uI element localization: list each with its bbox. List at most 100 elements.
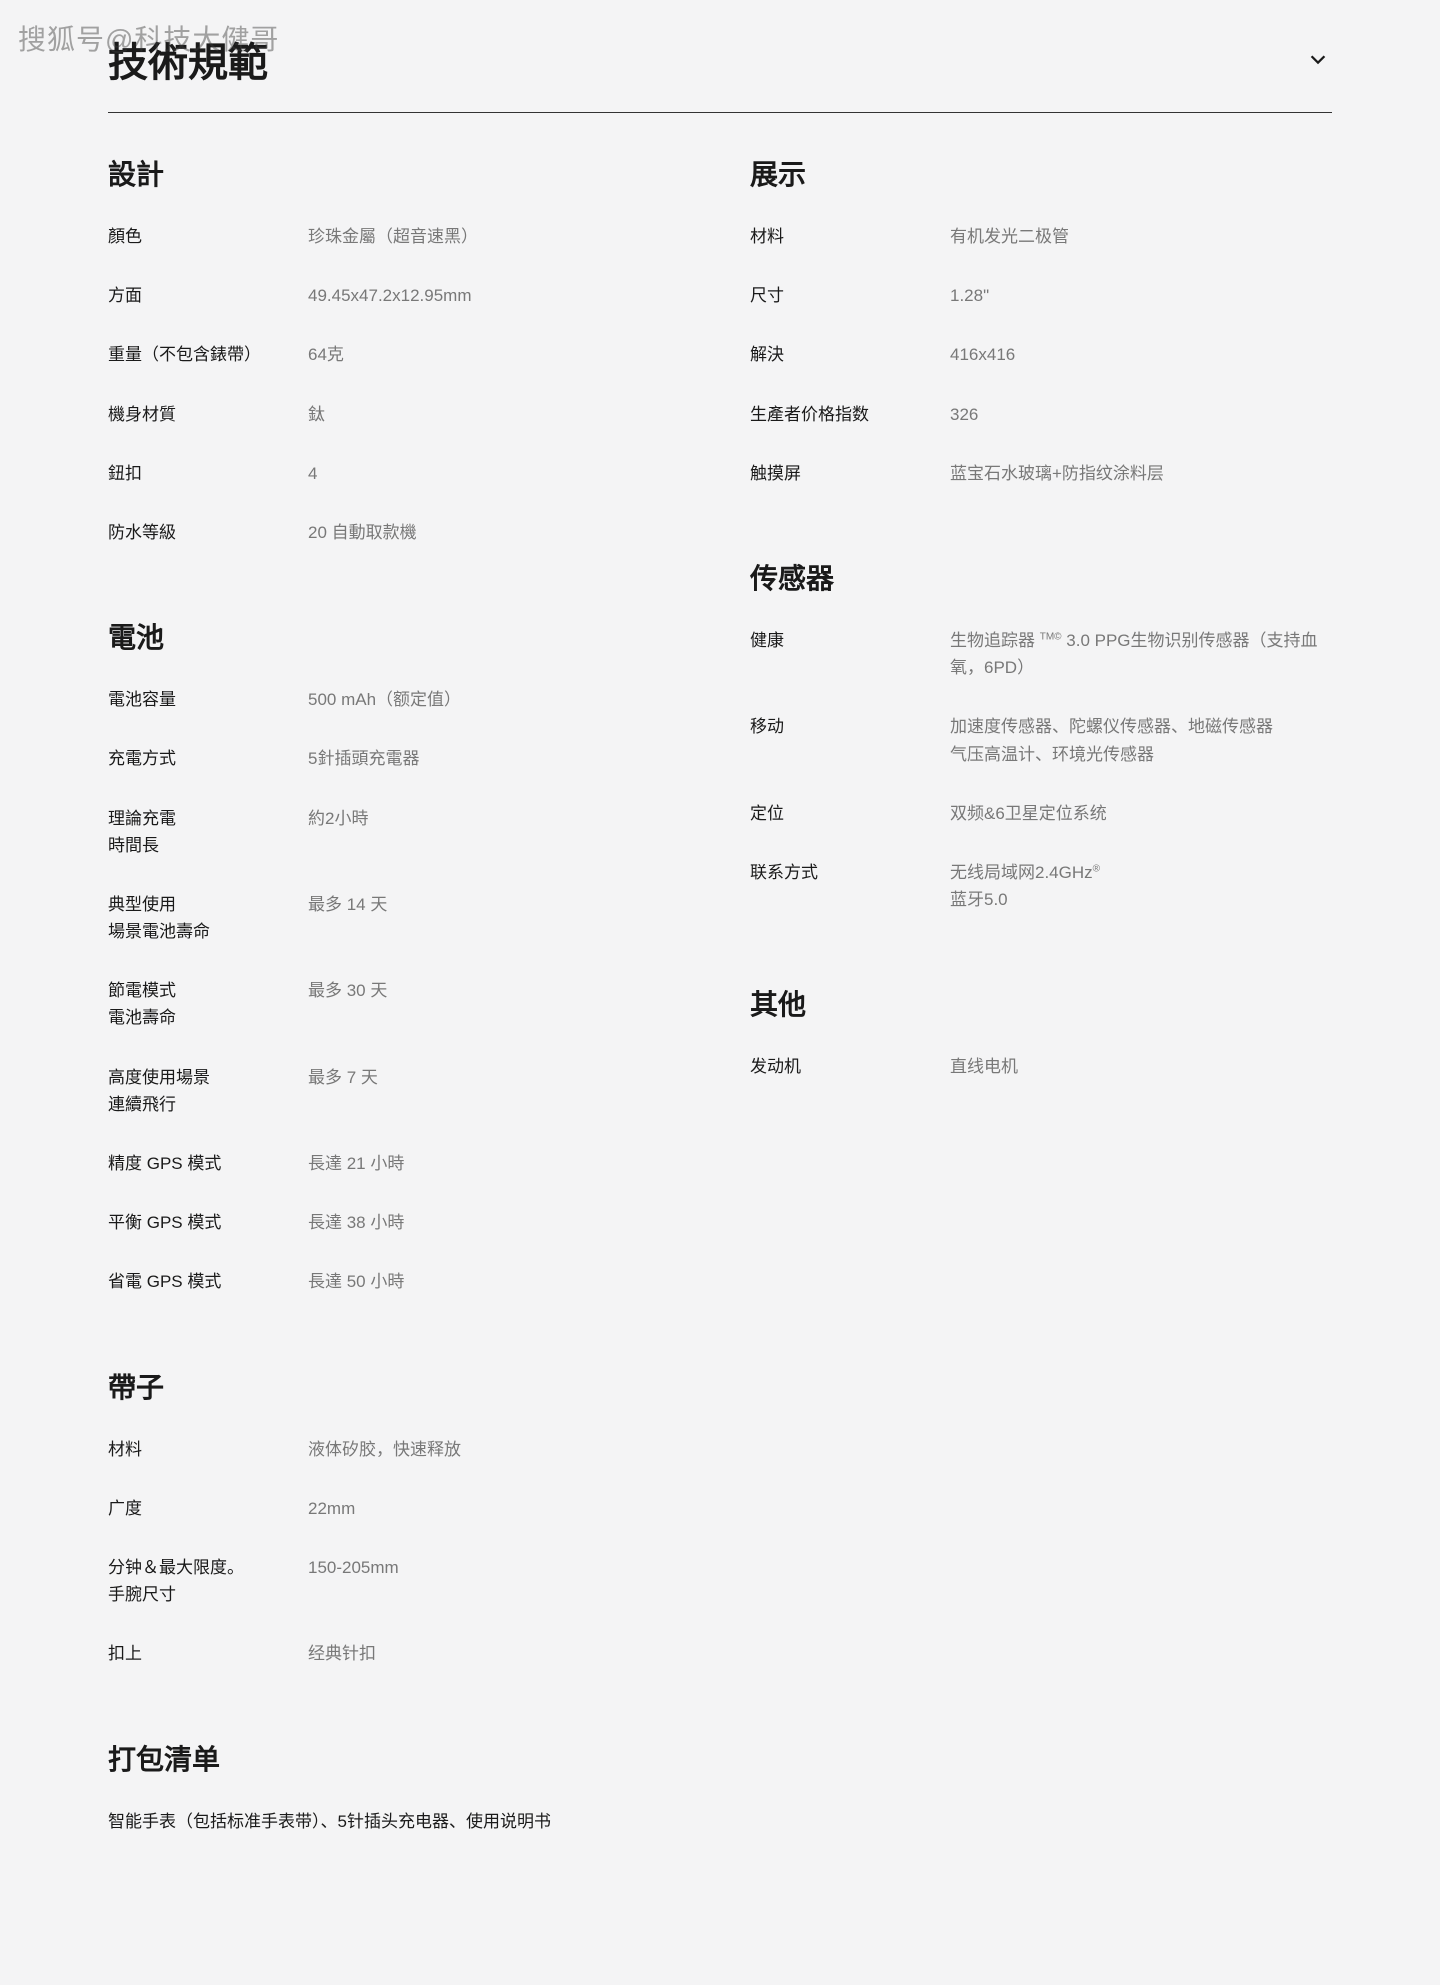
- section-title: 設計: [108, 153, 690, 193]
- section-title: 传感器: [750, 557, 1332, 597]
- spec-value: 双频&6卫星定位系统: [950, 800, 1332, 827]
- spec-row: 发动机直线电机: [750, 1053, 1332, 1080]
- spec-row: 材料液体矽胶，快速释放: [108, 1436, 690, 1463]
- spec-row: 充電方式5針插頭充電器: [108, 745, 690, 772]
- spec-label: 鈕扣: [108, 460, 308, 487]
- spec-row: 触摸屏蓝宝石水玻璃+防指纹涂料层: [750, 460, 1332, 487]
- spec-label: 广度: [108, 1495, 308, 1522]
- spec-row: 材料有机发光二极管: [750, 223, 1332, 250]
- watermark-text: 搜狐号@科技大健哥: [18, 18, 279, 58]
- spec-value: 珍珠金屬（超音速黑）: [308, 223, 690, 250]
- spec-row: 鈕扣4: [108, 460, 690, 487]
- spec-section: 打包清单智能手表（包括标准手表带）、5针插头充电器、使用说明书: [108, 1738, 690, 1835]
- chevron-down-icon[interactable]: [1304, 45, 1332, 73]
- spec-value: 最多 30 天: [308, 977, 690, 1031]
- spec-row: 節電模式 電池壽命最多 30 天: [108, 977, 690, 1031]
- spec-section: 传感器健康生物追踪器 TM© 3.0 PPG生物识别传感器（支持血氧，6PD）移…: [750, 557, 1332, 913]
- spec-value: 416x416: [950, 341, 1332, 368]
- spec-row: 生產者价格指数326: [750, 401, 1332, 428]
- spec-row: 機身材質鈦: [108, 401, 690, 428]
- spec-label: 節電模式 電池壽命: [108, 977, 308, 1031]
- spec-row: 電池容量500 mAh（额定值）: [108, 686, 690, 713]
- spec-label: 理論充電 時間長: [108, 805, 308, 859]
- spec-value: 長達 21 小時: [308, 1150, 690, 1177]
- spec-row: 防水等級20 自動取款機: [108, 519, 690, 546]
- spec-value: 直线电机: [950, 1053, 1332, 1080]
- spec-value: 500 mAh（额定值）: [308, 686, 690, 713]
- spec-row: 平衡 GPS 模式長達 38 小時: [108, 1209, 690, 1236]
- spec-row: 顏色珍珠金屬（超音速黑）: [108, 223, 690, 250]
- spec-row: 省電 GPS 模式長達 50 小時: [108, 1268, 690, 1295]
- spec-label: 生產者价格指数: [750, 401, 950, 428]
- spec-label: 機身材質: [108, 401, 308, 428]
- spec-label: 移动: [750, 713, 950, 767]
- spec-value: 最多 14 天: [308, 891, 690, 945]
- spec-container: 技術規範 設計顏色珍珠金屬（超音速黑） 方面49.45x47.2x12.95mm 重…: [60, 0, 1380, 1985]
- spec-label: 典型使用 場景電池壽命: [108, 891, 308, 945]
- left-column: 設計顏色珍珠金屬（超音速黑） 方面49.45x47.2x12.95mm 重量（不包含…: [108, 153, 690, 1905]
- spec-label: 解決: [750, 341, 950, 368]
- spec-row: 尺寸1.28": [750, 282, 1332, 309]
- spec-row: 移动加速度传感器、陀螺仪传感器、地磁传感器 气压高温计、环境光传感器: [750, 713, 1332, 767]
- spec-value: 液体矽胶，快速释放: [308, 1436, 690, 1463]
- spec-row: 方面49.45x47.2x12.95mm: [108, 282, 690, 309]
- spec-label: 材料: [750, 223, 950, 250]
- spec-label: 定位: [750, 800, 950, 827]
- spec-label: 方面: [108, 282, 308, 309]
- section-title: 打包清单: [108, 1738, 690, 1778]
- spec-value: 長達 38 小時: [308, 1209, 690, 1236]
- spec-label: 联系方式: [750, 859, 950, 913]
- title-row: 技術規範: [108, 30, 1332, 113]
- spec-label: 健康: [750, 627, 950, 681]
- spec-value: 加速度传感器、陀螺仪传感器、地磁传感器 气压高温计、环境光传感器: [950, 713, 1332, 767]
- spec-label: 材料: [108, 1436, 308, 1463]
- spec-row: 智能手表（包括标准手表带）、5针插头充电器、使用说明书: [108, 1808, 690, 1835]
- spec-value: 最多 7 天: [308, 1064, 690, 1118]
- spec-label: 尺寸: [750, 282, 950, 309]
- spec-row: 联系方式无线局域网2.4GHz®蓝牙5.0: [750, 859, 1332, 913]
- spec-label: 触摸屏: [750, 460, 950, 487]
- spec-label: 扣上: [108, 1640, 308, 1667]
- spec-row: 广度22mm: [108, 1495, 690, 1522]
- spec-value: 5針插頭充電器: [308, 745, 690, 772]
- spec-label: 省電 GPS 模式: [108, 1268, 308, 1295]
- spec-label: 分钟＆最大限度。 手腕尺寸: [108, 1554, 308, 1608]
- spec-row: 分钟＆最大限度。 手腕尺寸150-205mm: [108, 1554, 690, 1608]
- spec-value: 長達 50 小時: [308, 1268, 690, 1295]
- section-title: 其他: [750, 983, 1332, 1023]
- spec-row: 扣上经典针扣: [108, 1640, 690, 1667]
- spec-label: 发动机: [750, 1053, 950, 1080]
- spec-label: 重量（不包含錶帶）: [108, 341, 308, 368]
- spec-label: 電池容量: [108, 686, 308, 713]
- spec-value: 1.28": [950, 282, 1332, 309]
- spec-label: 平衡 GPS 模式: [108, 1209, 308, 1236]
- section-title: 帶子: [108, 1366, 690, 1406]
- spec-row: 解決416x416: [750, 341, 1332, 368]
- spec-value: 无线局域网2.4GHz®蓝牙5.0: [950, 859, 1332, 913]
- spec-value: 鈦: [308, 401, 690, 428]
- spec-full-text: 智能手表（包括标准手表带）、5针插头充电器、使用说明书: [108, 1808, 551, 1835]
- spec-row: 典型使用 場景電池壽命最多 14 天: [108, 891, 690, 945]
- spec-value: 約2小時: [308, 805, 690, 859]
- spec-value: 150-205mm: [308, 1554, 690, 1608]
- spec-value: 有机发光二极管: [950, 223, 1332, 250]
- spec-label: 充電方式: [108, 745, 308, 772]
- spec-value: 22mm: [308, 1495, 690, 1522]
- section-title: 展示: [750, 153, 1332, 193]
- spec-label: 精度 GPS 模式: [108, 1150, 308, 1177]
- spec-section: 電池電池容量500 mAh（额定值） 充電方式5針插頭充電器理論充電 時間長約2小…: [108, 616, 690, 1295]
- spec-value: 经典针扣: [308, 1640, 690, 1667]
- spec-row: 重量（不包含錶帶）64克: [108, 341, 690, 368]
- spec-section: 其他发动机直线电机: [750, 983, 1332, 1080]
- spec-row: 高度使用場景 連續飛行最多 7 天: [108, 1064, 690, 1118]
- spec-label: 高度使用場景 連續飛行: [108, 1064, 308, 1118]
- spec-section: 展示材料有机发光二极管尺寸1.28"解決416x416生產者价格指数326触摸屏…: [750, 153, 1332, 487]
- spec-value: 64克: [308, 341, 690, 368]
- spec-label: 顏色: [108, 223, 308, 250]
- columns: 設計顏色珍珠金屬（超音速黑） 方面49.45x47.2x12.95mm 重量（不包含…: [108, 153, 1332, 1905]
- right-column: 展示材料有机发光二极管尺寸1.28"解決416x416生產者价格指数326触摸屏…: [750, 153, 1332, 1905]
- section-title: 電池: [108, 616, 690, 656]
- spec-section: 帶子材料液体矽胶，快速释放广度22mm分钟＆最大限度。 手腕尺寸150-205m…: [108, 1366, 690, 1668]
- spec-value: 49.45x47.2x12.95mm: [308, 282, 690, 309]
- spec-value: 20 自動取款機: [308, 519, 690, 546]
